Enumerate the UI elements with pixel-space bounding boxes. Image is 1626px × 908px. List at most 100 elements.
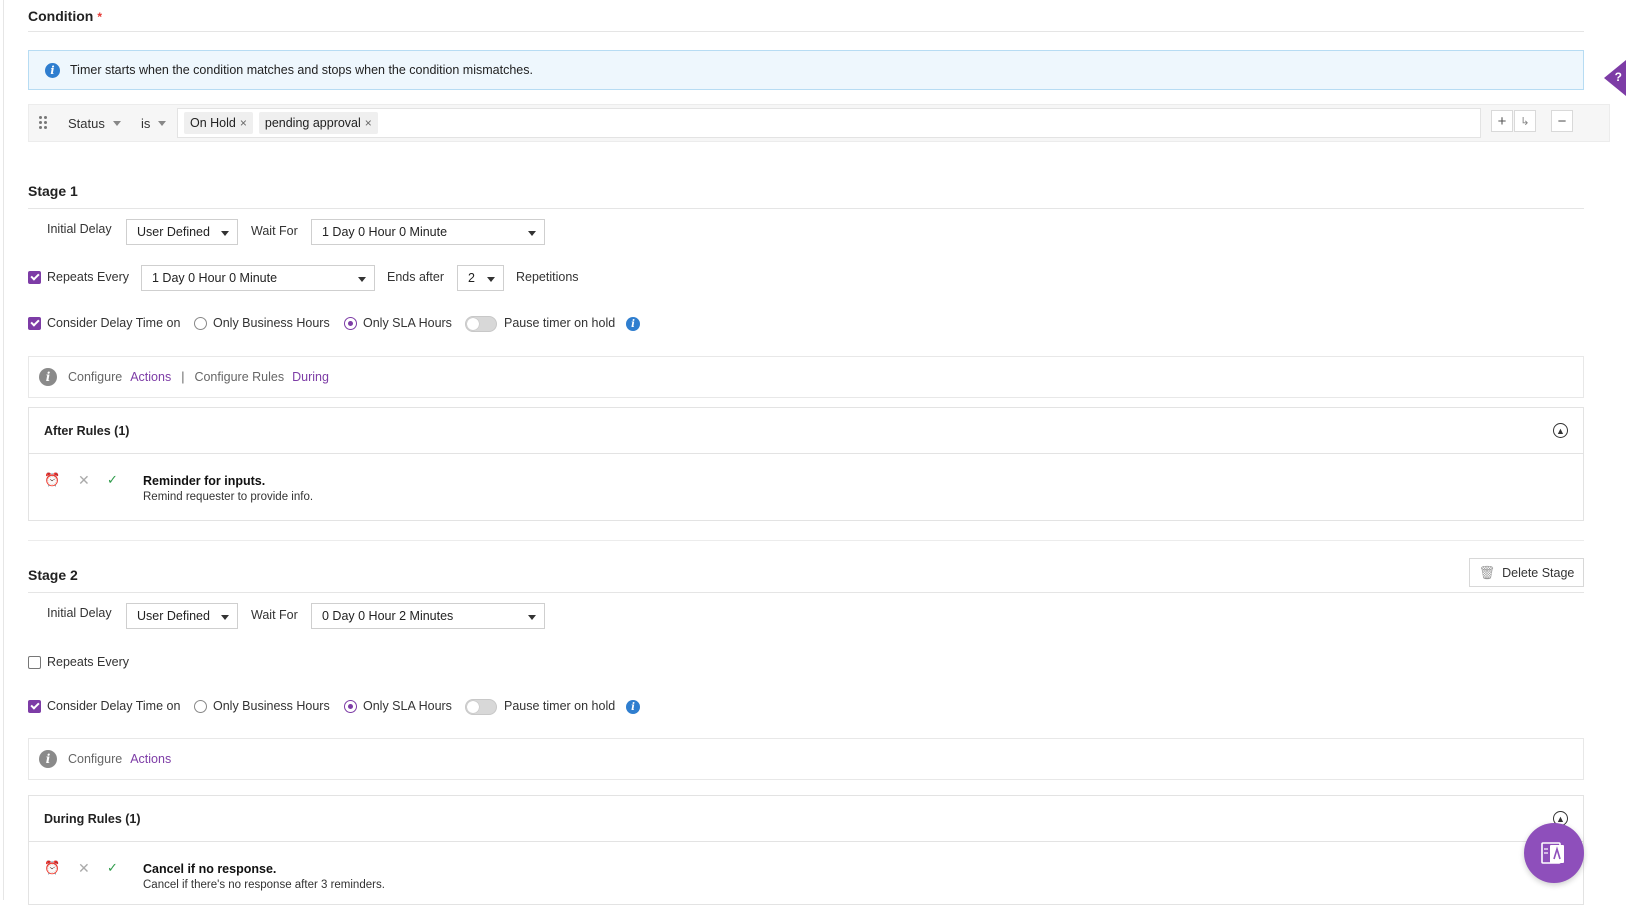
help-icon: ? bbox=[1614, 70, 1622, 84]
value-tag: On Hold × bbox=[184, 112, 253, 134]
wait-for-select[interactable]: 0 Day 0 Hour 2 Minutes bbox=[311, 603, 545, 629]
repeats-every-label: Repeats Every bbox=[47, 270, 129, 284]
info-icon: i bbox=[45, 62, 60, 78]
pause-timer-label: Pause timer on hold bbox=[504, 699, 616, 713]
condition-info-text: Timer starts when the condition matches … bbox=[70, 63, 533, 77]
condition-operator-select[interactable]: is bbox=[141, 116, 167, 131]
rule-description: Remind requester to provide info. bbox=[143, 491, 314, 503]
repeats-every-checkbox[interactable] bbox=[28, 656, 41, 669]
initial-delay-label: Initial Delay bbox=[47, 222, 112, 236]
add-subcondition-button[interactable]: ↳ bbox=[1514, 110, 1536, 132]
rule-title[interactable]: Cancel if no response. bbox=[143, 862, 276, 876]
info-icon: i bbox=[39, 750, 57, 768]
required-mark: * bbox=[97, 10, 102, 24]
ends-after-select[interactable]: 2 bbox=[457, 265, 504, 291]
info-icon[interactable]: i bbox=[626, 700, 640, 714]
rules-header: After Rules (1) ▲ bbox=[29, 408, 1583, 454]
ends-after-label: Ends after bbox=[387, 270, 444, 284]
configure-bar: i Configure Actions bbox=[28, 738, 1584, 780]
repeats-every-checkbox[interactable] bbox=[28, 271, 41, 284]
initial-delay-label: Initial Delay bbox=[47, 606, 112, 620]
business-hours-label: Only Business Hours bbox=[213, 699, 330, 713]
remove-condition-button[interactable]: − bbox=[1551, 110, 1573, 132]
divider bbox=[28, 31, 1584, 32]
collapse-icon[interactable]: ▲ bbox=[1553, 423, 1568, 438]
close-icon[interactable]: ✕ bbox=[78, 860, 90, 877]
configure-bar: i Configure Actions | Configure Rules Du… bbox=[28, 356, 1584, 398]
configure-rules-label: Configure Rules bbox=[194, 370, 285, 384]
stage2-title: Stage 2 bbox=[28, 567, 78, 583]
configure-actions-link[interactable]: Actions bbox=[130, 370, 171, 384]
business-hours-label: Only Business Hours bbox=[213, 316, 330, 330]
reference-guide-button[interactable] bbox=[1524, 823, 1584, 883]
caret-down-icon bbox=[221, 615, 229, 620]
rule-item: ⏰ ✕ ✓ Reminder for inputs. Remind reques… bbox=[29, 454, 1583, 520]
rule-description: Cancel if there's no response after 3 re… bbox=[143, 879, 385, 891]
book-icon bbox=[1541, 842, 1564, 864]
remove-tag-icon[interactable]: × bbox=[240, 116, 247, 130]
chevron-down-icon bbox=[112, 121, 121, 126]
configure-during-link[interactable]: During bbox=[292, 370, 329, 384]
sla-hours-label: Only SLA Hours bbox=[363, 316, 452, 330]
consider-delay-checkbox[interactable] bbox=[28, 700, 41, 713]
sla-hours-radio[interactable] bbox=[344, 700, 357, 713]
wait-for-label: Wait For bbox=[251, 224, 298, 238]
info-icon[interactable]: i bbox=[626, 317, 640, 331]
sla-hours-radio[interactable] bbox=[344, 317, 357, 330]
condition-info-banner: i Timer starts when the condition matche… bbox=[28, 50, 1584, 90]
caret-down-icon bbox=[221, 231, 229, 236]
stage1-title: Stage 1 bbox=[28, 183, 78, 199]
wait-for-label: Wait For bbox=[251, 608, 298, 622]
consider-delay-checkbox[interactable] bbox=[28, 317, 41, 330]
caret-down-icon bbox=[358, 277, 366, 282]
condition-values-input[interactable]: On Hold × pending approval × bbox=[177, 108, 1481, 138]
divider bbox=[28, 540, 1584, 541]
business-hours-radio[interactable] bbox=[194, 700, 207, 713]
condition-field-select[interactable]: Status bbox=[68, 116, 121, 131]
initial-delay-select[interactable]: User Defined bbox=[126, 219, 238, 245]
repeats-every-select[interactable]: 1 Day 0 Hour 0 Minute bbox=[141, 265, 375, 291]
configure-actions-link[interactable]: Actions bbox=[130, 752, 171, 766]
chevron-down-icon bbox=[158, 121, 167, 126]
rule-title[interactable]: Reminder for inputs. bbox=[143, 474, 265, 488]
wait-for-select[interactable]: 1 Day 0 Hour 0 Minute bbox=[311, 219, 545, 245]
configure-label: Configure bbox=[68, 752, 123, 766]
value-tag: pending approval × bbox=[258, 112, 378, 134]
repetitions-label: Repetitions bbox=[516, 270, 579, 284]
caret-down-icon bbox=[528, 231, 536, 236]
pause-timer-label: Pause timer on hold bbox=[504, 316, 616, 330]
during-rules-panel: During Rules (1) ▲ ⏰ ✕ ✓ Cancel if no re… bbox=[28, 795, 1584, 905]
initial-delay-select[interactable]: User Defined bbox=[126, 603, 238, 629]
divider bbox=[28, 208, 1584, 209]
delete-stage-button[interactable]: 🗑 Delete Stage bbox=[1469, 558, 1584, 587]
info-icon: i bbox=[39, 368, 57, 386]
add-condition-button[interactable]: + bbox=[1491, 110, 1513, 132]
rule-item: ⏰ ✕ ✓ Cancel if no response. Cancel if t… bbox=[29, 842, 1583, 908]
timer-off-icon[interactable]: ⏰ bbox=[44, 472, 60, 488]
configure-label: Configure bbox=[68, 370, 123, 384]
business-hours-radio[interactable] bbox=[194, 317, 207, 330]
caret-down-icon bbox=[528, 615, 536, 620]
close-icon[interactable]: ✕ bbox=[78, 472, 90, 489]
left-border bbox=[3, 0, 4, 900]
separator: | bbox=[181, 370, 185, 384]
pause-timer-toggle[interactable] bbox=[465, 699, 497, 715]
condition-row: Status is On Hold × pending approval × + ↳… bbox=[28, 104, 1610, 142]
pause-timer-toggle[interactable] bbox=[465, 316, 497, 332]
condition-title: Condition * bbox=[28, 8, 102, 24]
remove-tag-icon[interactable]: × bbox=[365, 116, 372, 130]
consider-delay-label: Consider Delay Time on bbox=[47, 699, 181, 713]
timer-off-icon[interactable]: ⏰ bbox=[44, 860, 60, 876]
divider bbox=[28, 592, 1584, 593]
repeats-every-label: Repeats Every bbox=[47, 655, 129, 669]
rules-header: During Rules (1) ▲ bbox=[29, 796, 1583, 842]
caret-down-icon bbox=[487, 277, 495, 282]
drag-handle-icon[interactable] bbox=[39, 116, 49, 130]
trash-icon: 🗑 bbox=[1478, 564, 1496, 580]
check-circle-icon[interactable]: ✓ bbox=[107, 472, 118, 488]
help-tab[interactable]: ? bbox=[1604, 60, 1626, 96]
check-circle-icon[interactable]: ✓ bbox=[107, 860, 118, 876]
consider-delay-label: Consider Delay Time on bbox=[47, 316, 181, 330]
after-rules-panel: After Rules (1) ▲ ⏰ ✕ ✓ Reminder for inp… bbox=[28, 407, 1584, 521]
sla-hours-label: Only SLA Hours bbox=[363, 699, 452, 713]
